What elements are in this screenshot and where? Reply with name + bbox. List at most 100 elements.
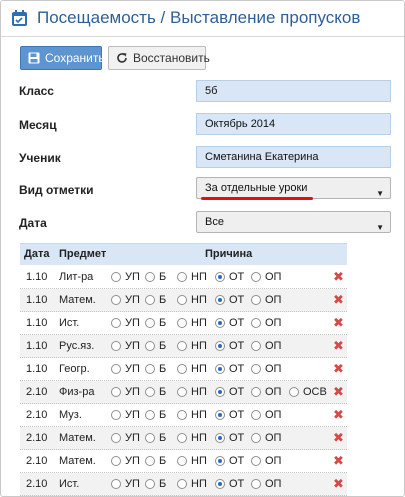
reason-radio-label: УП [125,271,140,283]
reason-radio-нп[interactable] [177,456,187,466]
reason-radio-label: НП [191,455,207,467]
reason-radio-б[interactable] [145,410,155,420]
delete-row-icon[interactable]: ✖ [333,270,344,283]
delete-row-icon[interactable]: ✖ [333,454,344,467]
month-field[interactable]: Октябрь 2014 [196,113,391,135]
reason-radio-б[interactable] [145,272,155,282]
reason-radio-нп[interactable] [177,341,187,351]
row-date: 1.10 [26,294,48,306]
reason-radio-оп[interactable] [251,410,261,420]
save-button[interactable]: Сохранить [20,46,105,70]
reason-radio-уп[interactable] [111,410,121,420]
reason-radio-нп[interactable] [177,479,187,489]
reason-radio-б[interactable] [145,341,155,351]
reason-radio-оп[interactable] [251,295,261,305]
reason-radio-label: ОП [265,271,282,283]
save-button-label: Сохранить [45,51,105,65]
reason-radio-оп[interactable] [251,318,261,328]
reason-radio-label: НП [191,409,207,421]
reason-radio-от[interactable] [215,364,225,374]
reason-radio-б[interactable] [145,295,155,305]
delete-row-icon[interactable]: ✖ [333,339,344,352]
reason-radio-оп[interactable] [251,341,261,351]
reason-radio-label: ОП [265,317,282,329]
reason-radio-уп[interactable] [111,364,121,374]
delete-row-icon[interactable]: ✖ [333,316,344,329]
delete-row-icon[interactable]: ✖ [333,408,344,421]
reason-radio-оп[interactable] [251,272,261,282]
reason-radio-б[interactable] [145,456,155,466]
reason-radio-б[interactable] [145,387,155,397]
row-subject: Матем. [59,455,96,467]
reason-radio-уп[interactable] [111,341,121,351]
row-date: 1.10 [26,340,48,352]
delete-row-icon[interactable]: ✖ [333,293,344,306]
class-label: Класс [19,84,54,98]
reason-radio-от[interactable] [215,456,225,466]
reason-radio-label: Б [159,409,167,421]
reason-radio-label: УП [125,432,140,444]
reason-radio-уп[interactable] [111,479,121,489]
reason-radio-label: НП [191,294,207,306]
reason-radio-оп[interactable] [251,479,261,489]
class-field[interactable]: 5б [196,80,391,102]
table-row: 2.10 Муз. УП Б НП ОТ ОП ✖ [20,404,347,427]
reason-radio-label: ОП [265,363,282,375]
column-header-date: Дата [24,248,50,260]
delete-row-icon[interactable]: ✖ [333,385,344,398]
column-header-reason: Причина [205,248,253,260]
reason-radio-от[interactable] [215,387,225,397]
reason-radio-от[interactable] [215,433,225,443]
reason-radio-нп[interactable] [177,318,187,328]
reason-radio-б[interactable] [145,318,155,328]
reason-radio-нп[interactable] [177,410,187,420]
reason-radio-extra[interactable] [289,387,299,397]
reason-radio-уп[interactable] [111,387,121,397]
delete-row-icon[interactable]: ✖ [333,431,344,444]
restore-button[interactable]: Восстановить [108,46,210,70]
reason-radio-уп[interactable] [111,295,121,305]
date-select[interactable]: Все ▼ [196,211,391,233]
reason-radio-от[interactable] [215,341,225,351]
row-date: 2.10 [26,478,48,490]
reason-radio-б[interactable] [145,364,155,374]
reason-radio-label: ОТ [229,363,245,375]
reason-radio-от[interactable] [215,479,225,489]
highlight-underline [201,197,313,200]
reason-radio-от[interactable] [215,272,225,282]
reason-radio-label: НП [191,386,207,398]
table-row: 2.10 Матем. УП Б НП ОТ ОП ✖ [20,427,347,450]
reason-radio-б[interactable] [145,433,155,443]
reason-radio-уп[interactable] [111,433,121,443]
reason-radio-нп[interactable] [177,364,187,374]
reason-radio-нп[interactable] [177,272,187,282]
reason-radio-label: ОП [265,432,282,444]
reason-radio-б[interactable] [145,479,155,489]
reason-radio-нп[interactable] [177,433,187,443]
reason-radio-оп[interactable] [251,387,261,397]
reason-radio-label: НП [191,363,207,375]
reason-radio-label: НП [191,317,207,329]
reason-radio-от[interactable] [215,295,225,305]
student-label: Ученик [19,151,61,165]
reason-radio-от[interactable] [215,318,225,328]
reason-radio-оп[interactable] [251,456,261,466]
reason-radio-уп[interactable] [111,456,121,466]
reason-radio-label: ОП [265,478,282,490]
delete-row-icon[interactable]: ✖ [333,362,344,375]
reason-radio-нп[interactable] [177,295,187,305]
table-row: 1.10 Рус.яз. УП Б НП ОТ ОП ✖ [20,335,347,358]
reason-radio-от[interactable] [215,410,225,420]
reason-radio-нп[interactable] [177,387,187,397]
reason-radio-оп[interactable] [251,364,261,374]
reason-radio-label: УП [125,478,140,490]
reason-radio-оп[interactable] [251,433,261,443]
delete-row-icon[interactable]: ✖ [333,477,344,490]
mark-type-label: Вид отметки [19,183,94,197]
reason-radio-уп[interactable] [111,318,121,328]
floppy-disk-icon [28,52,40,64]
student-field[interactable]: Сметанина Екатерина [196,146,391,168]
reason-radio-уп[interactable] [111,272,121,282]
mark-type-select[interactable]: За отдельные уроки ▼ [196,177,391,199]
column-header-subject: Предмет [59,248,107,260]
